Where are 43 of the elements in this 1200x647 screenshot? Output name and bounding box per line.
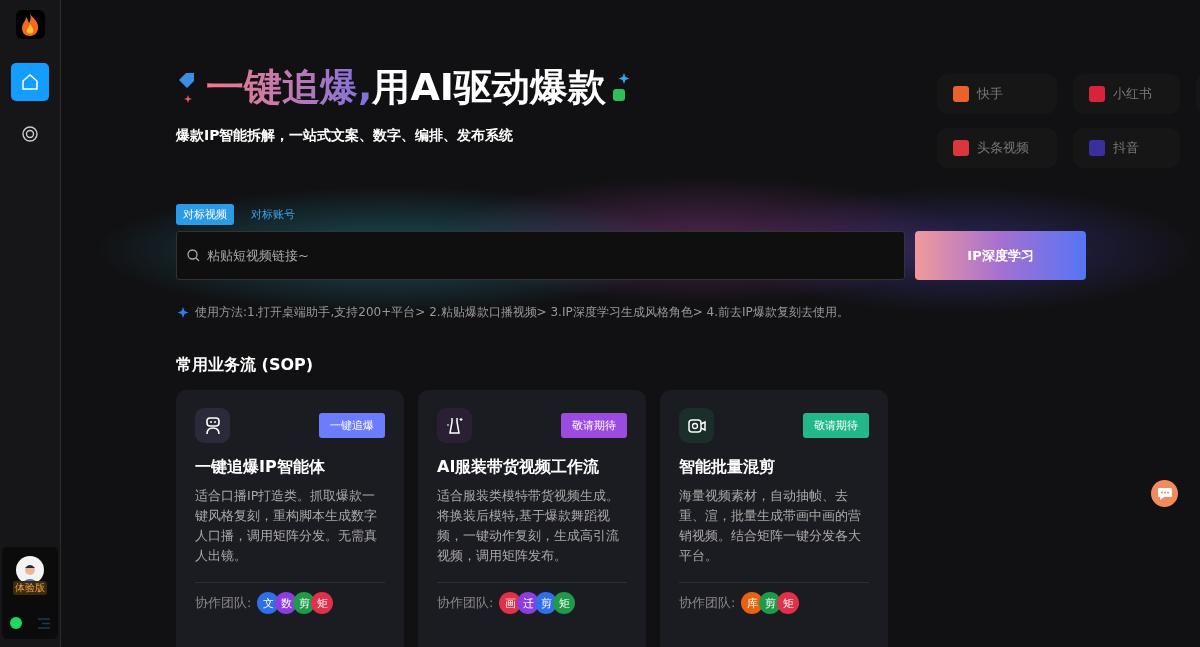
card-title: AI服装带货视频工作流 — [437, 457, 601, 478]
status-badge: 敬请期待 — [803, 413, 869, 438]
status-badge: 敬请期待 — [561, 413, 627, 438]
platform-name: 快手 — [977, 85, 1003, 103]
card-title: 一键追爆IP智能体 — [195, 457, 326, 478]
chat-button[interactable] — [1151, 480, 1178, 507]
platform-tile[interactable]: 头条视频 — [937, 128, 1057, 168]
workflow-card[interactable]: 敬请期待 智能批量混剪 海量视频素材，自动抽帧、去重、渲，批量生成带画中画的营销视频。结合矩阵一键分发各大平台。 协作团队: 库 剪 矩 — [660, 390, 888, 647]
platform-name: 抖音 — [1113, 139, 1139, 157]
ip-learn-button[interactable]: IP深度学习 — [915, 231, 1086, 280]
home-icon — [21, 73, 39, 91]
card-description: 海量视频素材，自动抽帧、去重、渲，批量生成带画中画的营销视频。结合矩阵一键分发各大平台。 — [679, 487, 862, 565]
platform-tile[interactable]: 小红书 — [1073, 74, 1180, 114]
plan-badge: 体验版 — [13, 581, 47, 595]
platform-tile[interactable]: 快手 — [937, 74, 1057, 114]
card-title: 智能批量混剪 — [679, 457, 776, 478]
platform-name: 头条视频 — [977, 139, 1029, 157]
card-description: 适合服装类模特带货视频生成。将换装后模特,基于爆款舞蹈视频，一键动作复刻，生成高引流视频，调用矩阵发布。 — [437, 487, 620, 565]
status-badge: 一键追爆 — [319, 413, 385, 438]
card-description: 适合口播IP打造类。抓取爆款一键风格复刻，重构脚本生成数字人口播，调用矩阵分发。无需真人出镜。 — [195, 487, 378, 565]
team-label: 协作团队: — [195, 594, 252, 612]
avatar[interactable] — [16, 556, 44, 584]
workflow-card[interactable]: 一键追爆 一键追爆IP智能体 适合口播IP打造类。抓取爆款一键风格复刻，重构脚本生成数字人口播，调用矩阵分发。无需真人出镜。 协作团队: 文 数 剪 矩 — [176, 390, 404, 647]
link-input-field[interactable]: 粘贴短视频链接~ — [176, 231, 905, 280]
team-member-avatar: 矩 — [311, 592, 334, 614]
search-tab[interactable]: 对标视频 — [176, 204, 234, 225]
chat-bubble-icon — [1156, 486, 1173, 501]
platform-tile[interactable]: 抖音 — [1073, 128, 1180, 168]
app-logo[interactable] — [15, 10, 45, 39]
team-label: 协作团队: — [437, 594, 494, 612]
hero-title: 用AI驱动爆款 — [372, 65, 606, 109]
usage-instructions: 使用方法:1.打开桌端助手,支持200+平台> 2.粘贴爆款口播视频> 3.IP深度学习生成风格角色> 4.前去IP爆款复刻去使用。 — [195, 304, 849, 321]
hero-subtitle: 爆款IP智能拆解，一站式文案、数字、编排、发布系统 — [176, 127, 515, 145]
search-icon — [187, 249, 200, 262]
team-member-avatar: 矩 — [777, 592, 800, 614]
platform-name: 小红书 — [1113, 85, 1152, 103]
search-tab[interactable]: 对标账号 — [244, 204, 302, 225]
home-nav-button[interactable] — [11, 63, 49, 101]
team-member-avatar: 矩 — [553, 592, 576, 614]
lifebuoy-icon — [22, 126, 38, 142]
team-label: 协作团队: — [679, 594, 736, 612]
workflow-card[interactable]: 敬请期待 AI服装带货视频工作流 适合服装类模特带货视频生成。将换装后模特,基于爆款舞蹈视频，一键动作复刻，生成高引流视频，调用矩阵发布。 协作团队: 画 迁 剪 矩 — [418, 390, 646, 647]
section-heading: 常用业务流 (SOP) — [176, 355, 315, 376]
